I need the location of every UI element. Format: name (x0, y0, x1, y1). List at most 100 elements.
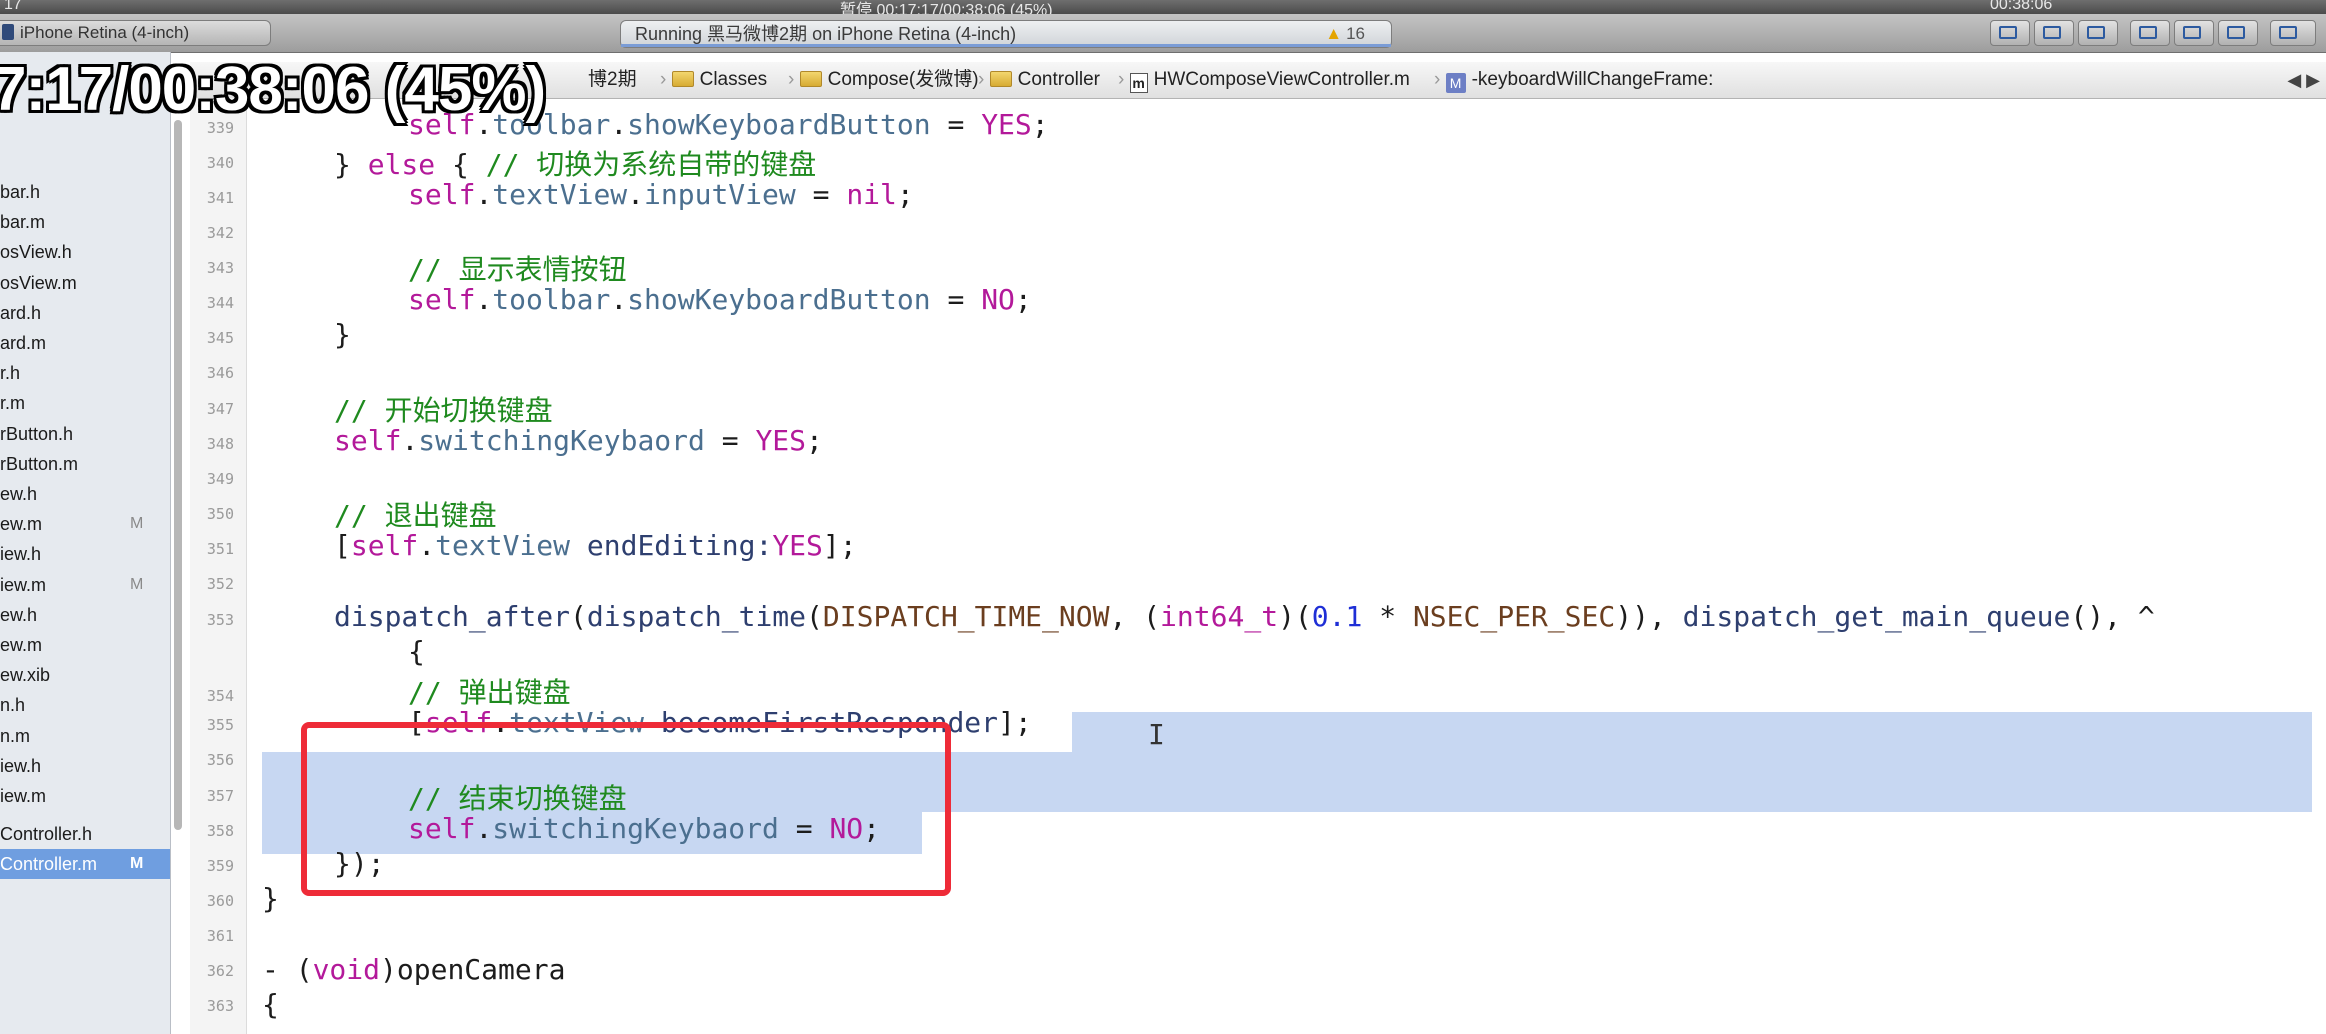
file-item[interactable]: ard.h (0, 298, 170, 328)
line-number: 358 (206, 822, 234, 840)
activity-viewer: Running 黑马微博2期 on iPhone Retina (4-inch)… (620, 20, 1392, 48)
code-line-344: self.toolbar.showKeyboardButton = NO; (408, 283, 1032, 316)
line-number: 343 (206, 259, 234, 277)
code-line-353: dispatch_after(dispatch_time(DISPATCH_TI… (334, 600, 2155, 633)
line-number: 348 (206, 435, 234, 453)
folder-icon (989, 71, 1012, 87)
file-item[interactable]: osView.m (0, 268, 170, 298)
text-selection (1072, 712, 2312, 752)
file-item[interactable]: iew.m M (0, 570, 170, 600)
code-line-347: // 开始切换键盘 (334, 394, 553, 427)
menubar-pause-status: 暂停 00:17:17/00:38:06 (45%) (840, 2, 1053, 14)
crumb-method-label: -keyboardWillChangeFrame: (1471, 69, 1714, 90)
file-item[interactable]: Controller.m M (0, 849, 170, 879)
file-name: ew.m (0, 635, 43, 655)
project-navigator: bar.h bar.m osView.h osView.m ard.h ard.m r.h r… (0, 52, 171, 1034)
file-name: ew.h (0, 484, 38, 504)
assistant-icon (2043, 26, 2061, 39)
crumb-compose[interactable]: › Compose(发微博) (788, 62, 979, 98)
code-line-345: } (334, 318, 351, 351)
line-number: 342 (206, 224, 234, 242)
file-name: ew.h (0, 605, 38, 625)
file-name: bar.h (0, 182, 41, 202)
crumb-project[interactable]: 博2期 (588, 62, 637, 98)
file-item[interactable]: rButton.m (0, 449, 170, 479)
objc-file-icon: m (1129, 73, 1148, 93)
scheme-selector[interactable]: iPhone Retina (4-inch) (0, 20, 271, 46)
line-number: 350 (206, 505, 234, 523)
version-editor-button[interactable] (2078, 20, 2118, 46)
line-number: 353 (206, 611, 234, 629)
file-item[interactable]: ew.h (0, 479, 170, 509)
debug-toggle-button[interactable] (2174, 20, 2214, 46)
organizer-button[interactable] (2270, 20, 2316, 46)
crumb-classes[interactable]: › Classes (660, 62, 767, 98)
code-line-353-block-open: { (408, 635, 425, 668)
assistant-editor-button[interactable] (2034, 20, 2074, 46)
scheme-label: iPhone Retina (4-inch) (20, 23, 190, 42)
line-number: 354 (206, 687, 234, 705)
code-line-350: // 退出键盘 (334, 499, 497, 532)
menubar: 17 暂停 00:17:17/00:38:06 (45%) 00:38:06 (0, 0, 2326, 14)
line-number: 363 (206, 997, 234, 1015)
xcode-toolbar: iPhone Retina (4-inch) Running 黑马微博2期 on… (0, 14, 2326, 53)
scm-status-badge: M (130, 576, 144, 593)
jump-bar-nav-arrows[interactable]: ◀ ▶ (2287, 62, 2320, 98)
file-item[interactable]: rButton.h (0, 419, 170, 449)
file-name: ard.m (0, 333, 47, 353)
file-item[interactable]: n.h (0, 690, 170, 720)
utilities-toggle-button[interactable] (2218, 20, 2258, 46)
file-name: Controller.h (0, 824, 93, 844)
code-line-351: [self.textView endEditing:YES]; (334, 529, 857, 562)
line-number: 355 (206, 716, 234, 734)
scm-status-badge: M (130, 515, 144, 532)
menubar-left-text: 17 (4, 0, 22, 13)
file-name: osView.m (0, 273, 77, 293)
line-number: 359 (206, 857, 234, 875)
folder-icon (799, 71, 822, 87)
file-item[interactable]: r.h (0, 358, 170, 388)
file-item[interactable]: r.m (0, 388, 170, 418)
file-item[interactable]: bar.h (0, 177, 170, 207)
file-item[interactable]: iew.h (0, 751, 170, 781)
file-item[interactable]: n.m (0, 721, 170, 751)
line-number: 352 (206, 575, 234, 593)
file-item[interactable]: ew.h (0, 600, 170, 630)
code-line-343: // 显示表情按钮 (408, 253, 627, 286)
crumb-method[interactable]: › M -keyboardWillChangeFrame: (1434, 62, 1713, 98)
file-name: osView.h (0, 242, 72, 262)
file-name: iew.m (0, 786, 47, 806)
crumb-controller[interactable]: › Controller (978, 62, 1100, 98)
line-number: 346 (206, 364, 234, 382)
file-item[interactable]: ew.m (0, 630, 170, 660)
folder-icon (671, 71, 694, 87)
file-item[interactable]: ew.m M (0, 509, 170, 539)
standard-editor-button[interactable] (1990, 20, 2030, 46)
line-number: 357 (206, 787, 234, 805)
activity-progress-bar (621, 44, 1391, 47)
editor-icon (1999, 26, 2017, 39)
navigator-scrollbar[interactable] (174, 120, 182, 830)
code-line-363: { (262, 988, 279, 1021)
navigator-toggle-button[interactable] (2130, 20, 2170, 46)
file-name: n.h (0, 695, 26, 715)
scm-status-badge: M (130, 855, 144, 872)
file-name: ard.h (0, 303, 42, 323)
file-item[interactable]: iew.h (0, 539, 170, 569)
line-number: 341 (206, 189, 234, 207)
file-name: n.m (0, 726, 31, 746)
navigator-panel-icon (2139, 26, 2157, 39)
file-item[interactable]: iew.m (0, 781, 170, 811)
file-name: iew.m (0, 575, 47, 595)
file-item[interactable]: ew.xib (0, 660, 170, 690)
line-number: 356 (206, 751, 234, 769)
line-number: 340 (206, 154, 234, 172)
file-item[interactable]: Controller.h (0, 819, 170, 849)
file-item[interactable]: bar.m (0, 207, 170, 237)
file-item[interactable]: ard.m (0, 328, 170, 358)
crumb-file[interactable]: › m HWComposeViewController.m (1118, 62, 1410, 98)
file-name: bar.m (0, 212, 46, 232)
text-cursor-ibeam: I (1148, 718, 1165, 751)
file-item[interactable]: osView.h (0, 237, 170, 267)
warning-triangle-icon: ▲ (1325, 24, 1343, 43)
